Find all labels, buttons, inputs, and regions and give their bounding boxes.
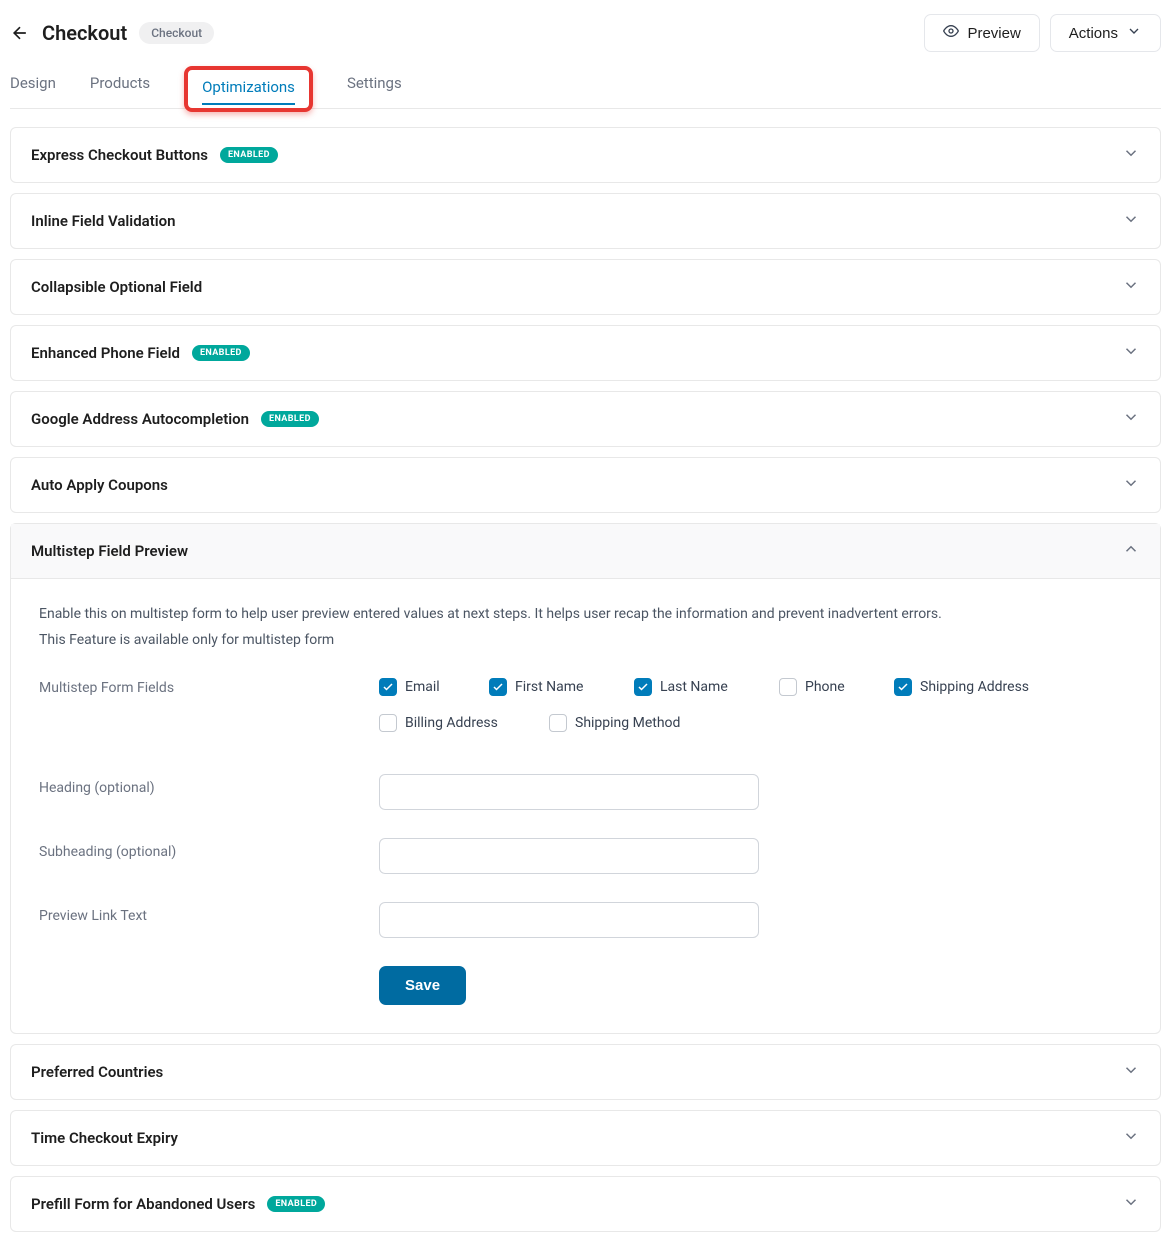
panel-header-prefill-abandoned[interactable]: Prefill Form for Abandoned Users ENABLED (11, 1177, 1160, 1231)
panel-express-checkout: Express Checkout Buttons ENABLED (10, 127, 1161, 183)
panel-title-label: Auto Apply Coupons (31, 476, 168, 494)
checkbox-row-email: Email (379, 674, 489, 700)
panel-header-auto-coupons[interactable]: Auto Apply Coupons (11, 458, 1160, 512)
panel-title-label: Google Address Autocompletion (31, 410, 249, 428)
actions-button-label: Actions (1069, 25, 1118, 42)
preview-link-label: Preview Link Text (39, 902, 379, 938)
checkbox-email[interactable] (379, 678, 397, 696)
panel-inline-validation: Inline Field Validation (10, 193, 1161, 249)
subheading-label: Subheading (optional) (39, 838, 379, 874)
checkbox-last-name[interactable] (634, 678, 652, 696)
chevron-down-icon (1122, 210, 1140, 232)
eye-icon (943, 23, 959, 43)
checkbox-label-email: Email (405, 679, 440, 695)
preview-link-input[interactable] (379, 902, 759, 938)
checkbox-row-billing-address: Billing Address (379, 710, 549, 736)
page-title: Checkout (42, 21, 127, 45)
panel-body-multistep: Enable this on multistep form to help us… (11, 579, 1160, 1033)
multistep-desc-2: This Feature is available only for multi… (39, 629, 1132, 651)
panel-prefill-abandoned: Prefill Form for Abandoned Users ENABLED (10, 1176, 1161, 1232)
chevron-down-icon (1122, 276, 1140, 298)
checkbox-phone[interactable] (779, 678, 797, 696)
preview-button[interactable]: Preview (924, 14, 1039, 52)
page-header: Checkout Checkout Preview Actions (10, 10, 1161, 66)
checkbox-row-shipping-address: Shipping Address (894, 674, 1064, 700)
heading-input[interactable] (379, 774, 759, 810)
panel-multistep-preview: Multistep Field Preview Enable this on mu… (10, 523, 1161, 1034)
panel-header-inline-validation[interactable]: Inline Field Validation (11, 194, 1160, 248)
chevron-down-icon (1122, 144, 1140, 166)
tab-design[interactable]: Design (10, 66, 56, 108)
enabled-badge: ENABLED (267, 1196, 325, 1212)
checkbox-billing-address[interactable] (379, 714, 397, 732)
panel-title-label: Prefill Form for Abandoned Users (31, 1195, 255, 1213)
chevron-down-icon (1122, 1061, 1140, 1083)
checkbox-label-shipping-method: Shipping Method (575, 715, 680, 731)
panel-title-label: Multistep Field Preview (31, 542, 188, 560)
checkbox-label-shipping-address: Shipping Address (920, 679, 1029, 695)
chevron-down-icon (1122, 1127, 1140, 1149)
panel-auto-coupons: Auto Apply Coupons (10, 457, 1161, 513)
save-button[interactable]: Save (379, 966, 466, 1005)
panel-header-preferred-countries[interactable]: Preferred Countries (11, 1045, 1160, 1099)
actions-button[interactable]: Actions (1050, 14, 1161, 52)
enabled-badge: ENABLED (192, 345, 250, 361)
chevron-down-icon (1122, 408, 1140, 430)
checkbox-label-first-name: First Name (515, 679, 583, 695)
tabs: Design Products Optimizations Settings (10, 66, 1161, 109)
checkbox-label-last-name: Last Name (660, 679, 728, 695)
multistep-desc: Enable this on multistep form to help us… (39, 603, 1132, 625)
tab-optimizations[interactable]: Optimizations (184, 66, 313, 112)
chevron-up-icon (1122, 540, 1140, 562)
chevron-down-icon (1122, 1193, 1140, 1215)
checkbox-row-phone: Phone (779, 674, 894, 700)
chevron-down-icon (1122, 474, 1140, 496)
panel-title-label: Enhanced Phone Field (31, 344, 180, 362)
heading-label: Heading (optional) (39, 774, 379, 810)
tab-settings[interactable]: Settings (347, 66, 402, 108)
chevron-down-icon (1126, 23, 1142, 43)
checkbox-row-last-name: Last Name (634, 674, 779, 700)
accordion-list: Express Checkout Buttons ENABLED Inline Fi… (10, 127, 1161, 1232)
checkbox-label-phone: Phone (805, 679, 845, 695)
enabled-badge: ENABLED (220, 147, 278, 163)
chevron-down-icon (1122, 342, 1140, 364)
back-button[interactable] (10, 23, 30, 43)
panel-header-enhanced-phone[interactable]: Enhanced Phone Field ENABLED (11, 326, 1160, 380)
panel-title-label: Time Checkout Expiry (31, 1129, 178, 1147)
checkbox-row-shipping-method: Shipping Method (549, 710, 719, 736)
checkbox-label-billing-address: Billing Address (405, 715, 498, 731)
panel-title-label: Preferred Countries (31, 1063, 163, 1081)
context-pill: Checkout (139, 22, 214, 44)
checkbox-shipping-address[interactable] (894, 678, 912, 696)
subheading-input[interactable] (379, 838, 759, 874)
panel-header-google-address[interactable]: Google Address Autocompletion ENABLED (11, 392, 1160, 446)
checkbox-first-name[interactable] (489, 678, 507, 696)
panel-enhanced-phone: Enhanced Phone Field ENABLED (10, 325, 1161, 381)
tab-products[interactable]: Products (90, 66, 150, 108)
checkbox-shipping-method[interactable] (549, 714, 567, 732)
panel-preferred-countries: Preferred Countries (10, 1044, 1161, 1100)
fields-label: Multistep Form Fields (39, 674, 379, 746)
panel-title-label: Express Checkout Buttons (31, 146, 208, 164)
enabled-badge: ENABLED (261, 411, 319, 427)
panel-google-address: Google Address Autocompletion ENABLED (10, 391, 1161, 447)
panel-header-express-checkout[interactable]: Express Checkout Buttons ENABLED (11, 128, 1160, 182)
preview-button-label: Preview (967, 25, 1020, 42)
panel-header-time-expiry[interactable]: Time Checkout Expiry (11, 1111, 1160, 1165)
panel-header-multistep-preview[interactable]: Multistep Field Preview (11, 524, 1160, 579)
panel-title-label: Collapsible Optional Field (31, 278, 202, 296)
panel-header-collapsible-optional[interactable]: Collapsible Optional Field (11, 260, 1160, 314)
panel-time-expiry: Time Checkout Expiry (10, 1110, 1161, 1166)
panel-title-label: Inline Field Validation (31, 212, 176, 230)
checkbox-row-first-name: First Name (489, 674, 634, 700)
panel-collapsible-optional: Collapsible Optional Field (10, 259, 1161, 315)
